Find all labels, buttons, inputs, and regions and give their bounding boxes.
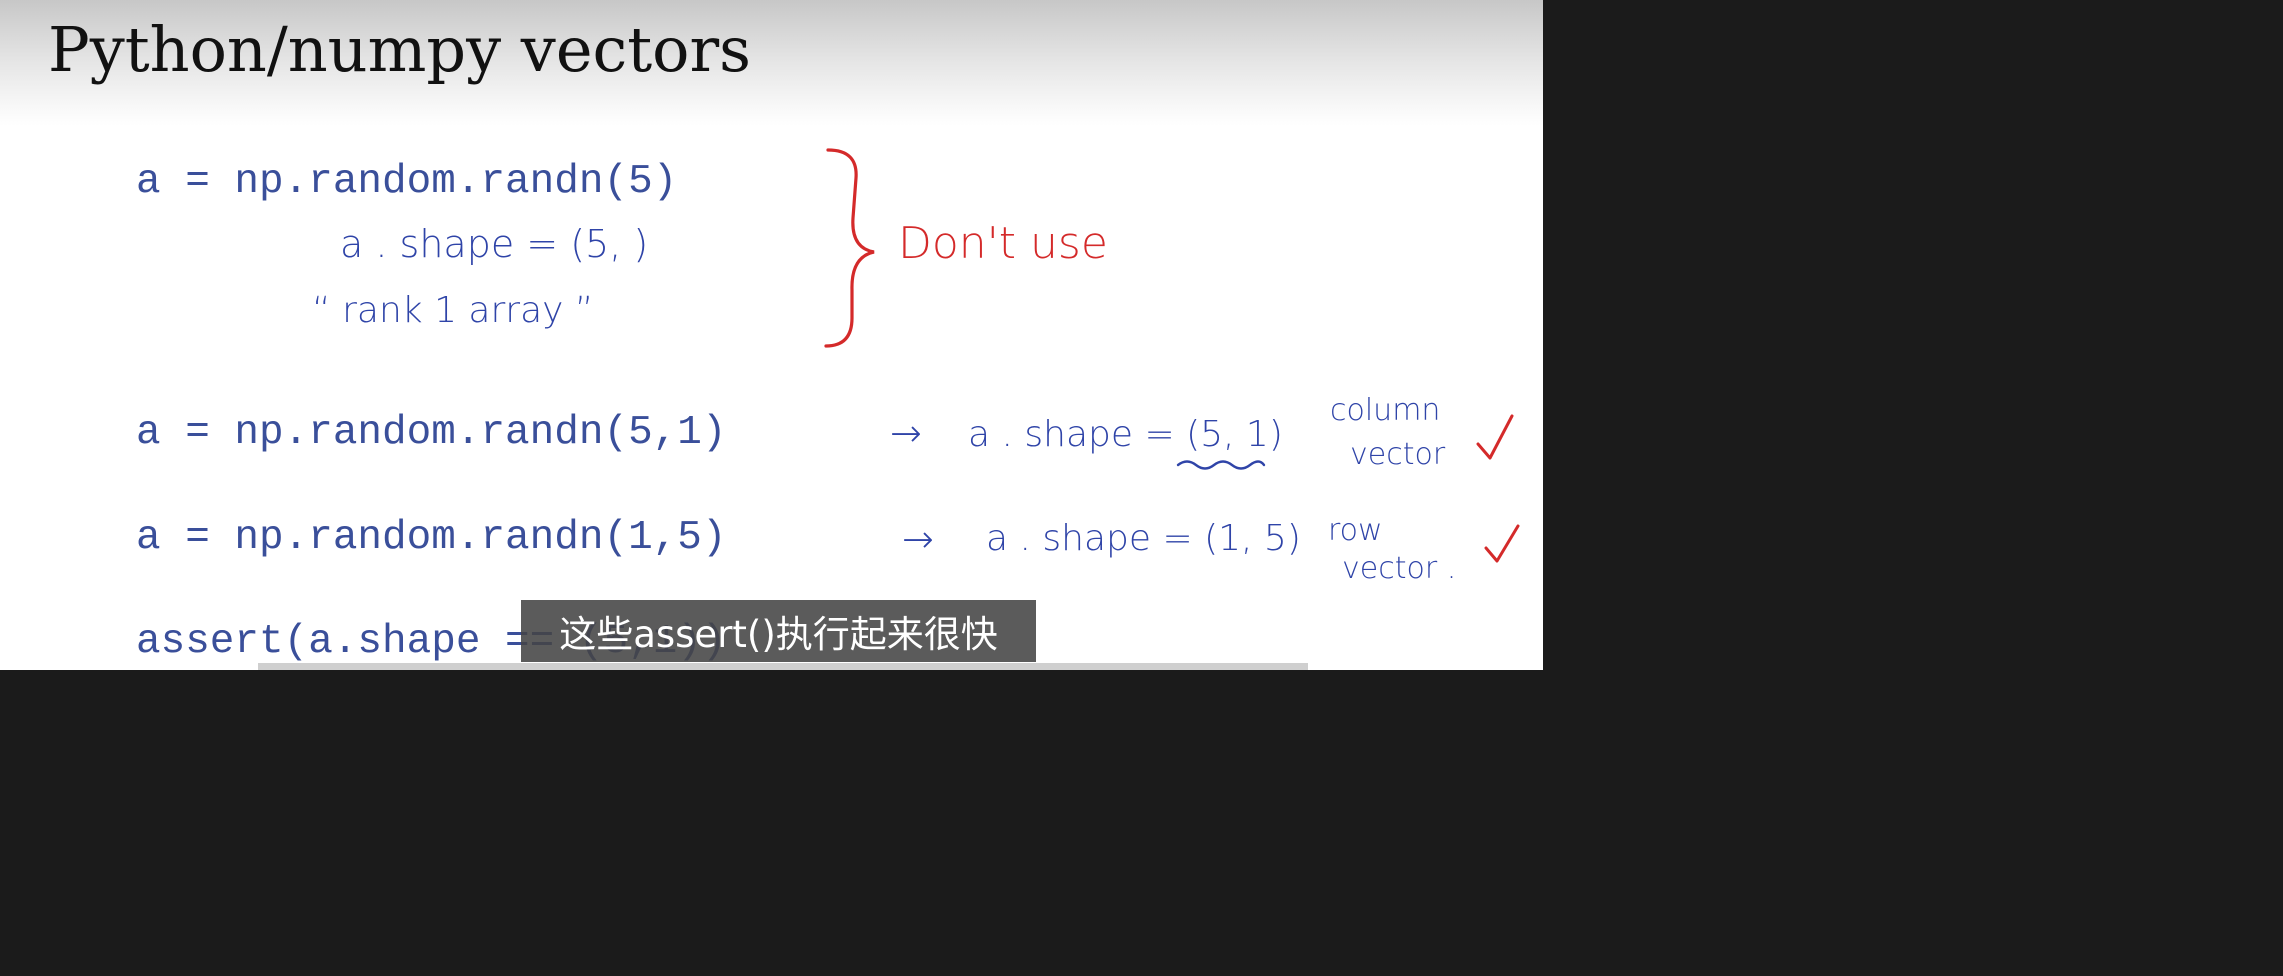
annotation-shape-3: a . shape = (1, 5): [986, 518, 1301, 559]
annotation-dont-use: Don't use: [898, 218, 1108, 269]
annotation-shape-2: a . shape = (5, 1): [968, 414, 1283, 455]
annotation-column-line2: vector: [1350, 437, 1446, 472]
annotation-column-line1: column: [1330, 393, 1440, 428]
handwritten-annotations: a . shape = (5, ) “ rank 1 array ” Don't…: [312, 148, 1520, 586]
arrow-3: →: [902, 517, 934, 561]
annotation-row-line1: row: [1328, 513, 1383, 548]
annotation-rank-note: “ rank 1 array ”: [312, 290, 594, 331]
checkmark-icon: [1484, 524, 1520, 563]
annotation-shape-1: a . shape = (5, ): [340, 222, 648, 266]
checkmark-icon: [1476, 414, 1514, 460]
subtitle-text: 这些assert()执行起来很快: [559, 613, 998, 656]
curly-brace: [824, 148, 875, 348]
annotation-row-line2: vector .: [1342, 551, 1456, 586]
arrow-2: →: [890, 411, 922, 455]
video-edge-strip: [1543, 0, 1568, 670]
video-progress-bar[interactable]: [258, 663, 1308, 670]
squiggle-underline: [1176, 460, 1266, 470]
lecture-slide: Python/numpy vectors a = np.random.randn…: [0, 0, 1543, 670]
subtitle-caption: 这些assert()执行起来很快: [521, 600, 1036, 662]
